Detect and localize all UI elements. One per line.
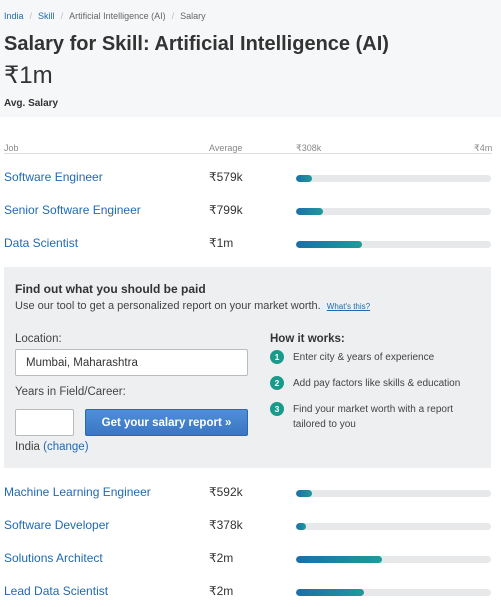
job-link[interactable]: Senior Software Engineer xyxy=(4,203,141,217)
salary-range-bar xyxy=(296,490,491,497)
table-row: Machine Learning Engineer ₹592k xyxy=(0,480,501,506)
job-link[interactable]: Machine Learning Engineer xyxy=(4,485,151,499)
job-link[interactable]: Software Engineer xyxy=(4,170,103,184)
get-salary-report-button[interactable]: Get your salary report » xyxy=(85,409,248,436)
step-text: Add pay factors like skills & education xyxy=(293,378,461,389)
average-salary-label: Avg. Salary xyxy=(4,98,59,109)
job-average: ₹2m xyxy=(209,551,234,565)
step-number-badge: 3 xyxy=(270,402,284,416)
location-input[interactable] xyxy=(15,349,248,376)
table-row: Solutions Architect ₹2m xyxy=(0,546,501,572)
salary-range-fill xyxy=(296,208,324,215)
panel-subtitle-text: Use our tool to get a personalized repor… xyxy=(15,300,321,312)
panel-subtitle: Use our tool to get a personalized repor… xyxy=(15,300,370,312)
salary-range-fill xyxy=(296,241,363,248)
breadcrumb-separator: / xyxy=(60,11,64,21)
job-average: ₹1m xyxy=(209,236,234,250)
salary-range-bar xyxy=(296,175,491,182)
job-link[interactable]: Data Scientist xyxy=(4,236,78,250)
table-row: Lead Data Scientist ₹2m xyxy=(0,579,501,605)
breadcrumb-skill[interactable]: Skill xyxy=(38,11,55,21)
job-link[interactable]: Solutions Architect xyxy=(4,551,103,565)
salary-tool-panel: Find out what you should be paid Use our… xyxy=(4,267,491,468)
table-row: Senior Software Engineer ₹799k xyxy=(0,198,501,224)
column-header-job: Job xyxy=(4,143,19,153)
step-text: Find your market worth with a report tai… xyxy=(293,404,454,430)
job-link[interactable]: Lead Data Scientist xyxy=(4,584,108,598)
table-row: Software Developer ₹378k xyxy=(0,513,501,539)
salary-range-fill xyxy=(296,490,312,497)
salary-range-bar xyxy=(296,523,491,530)
step-number-badge: 1 xyxy=(270,350,284,364)
salary-range-bar xyxy=(296,208,491,215)
salary-range-fill xyxy=(296,175,312,182)
job-average: ₹579k xyxy=(209,170,243,184)
breadcrumb-separator: / xyxy=(171,11,175,21)
page-header: India / Skill / Artificial Intelligence (AI)… xyxy=(0,0,501,117)
job-average: ₹2m xyxy=(209,584,234,598)
breadcrumb: India / Skill / Artificial Intelligence (AI)… xyxy=(4,11,206,21)
breadcrumb-ai: Artificial Intelligence (AI) xyxy=(69,11,166,21)
salary-range-fill xyxy=(296,589,365,596)
breadcrumb-salary: Salary xyxy=(180,11,206,21)
salary-range-bar xyxy=(296,556,491,563)
job-average: ₹799k xyxy=(209,203,243,217)
step-text: Enter city & years of experience xyxy=(293,352,435,363)
country-selector: India (change) xyxy=(15,441,89,453)
how-it-works-title: How it works: xyxy=(270,333,345,345)
breadcrumb-separator: / xyxy=(29,11,33,21)
breadcrumb-india[interactable]: India xyxy=(4,11,24,21)
table-row: Software Engineer ₹579k xyxy=(0,165,501,191)
change-country-link[interactable]: (change) xyxy=(43,441,88,453)
years-label: Years in Field/Career: xyxy=(15,386,126,398)
table-row: Data Scientist ₹1m xyxy=(0,231,501,257)
salary-range-fill xyxy=(296,523,306,530)
step-number-badge: 2 xyxy=(270,376,284,390)
years-input[interactable] xyxy=(15,409,74,436)
header-divider xyxy=(4,153,492,154)
job-link[interactable]: Software Developer xyxy=(4,518,109,532)
whats-this-link[interactable]: What's this? xyxy=(327,302,370,311)
salary-range-bar xyxy=(296,589,491,596)
salary-range-bar xyxy=(296,241,491,248)
location-label: Location: xyxy=(15,333,62,345)
job-average: ₹378k xyxy=(209,518,243,532)
salary-range-fill xyxy=(296,556,382,563)
panel-title: Find out what you should be paid xyxy=(15,282,206,296)
average-salary-value: ₹1m xyxy=(4,62,53,89)
country-name: India xyxy=(15,441,40,453)
column-header-average: Average xyxy=(209,143,243,153)
page-title: Salary for Skill: Artificial Intelligenc… xyxy=(4,33,389,55)
job-average: ₹592k xyxy=(209,485,243,499)
